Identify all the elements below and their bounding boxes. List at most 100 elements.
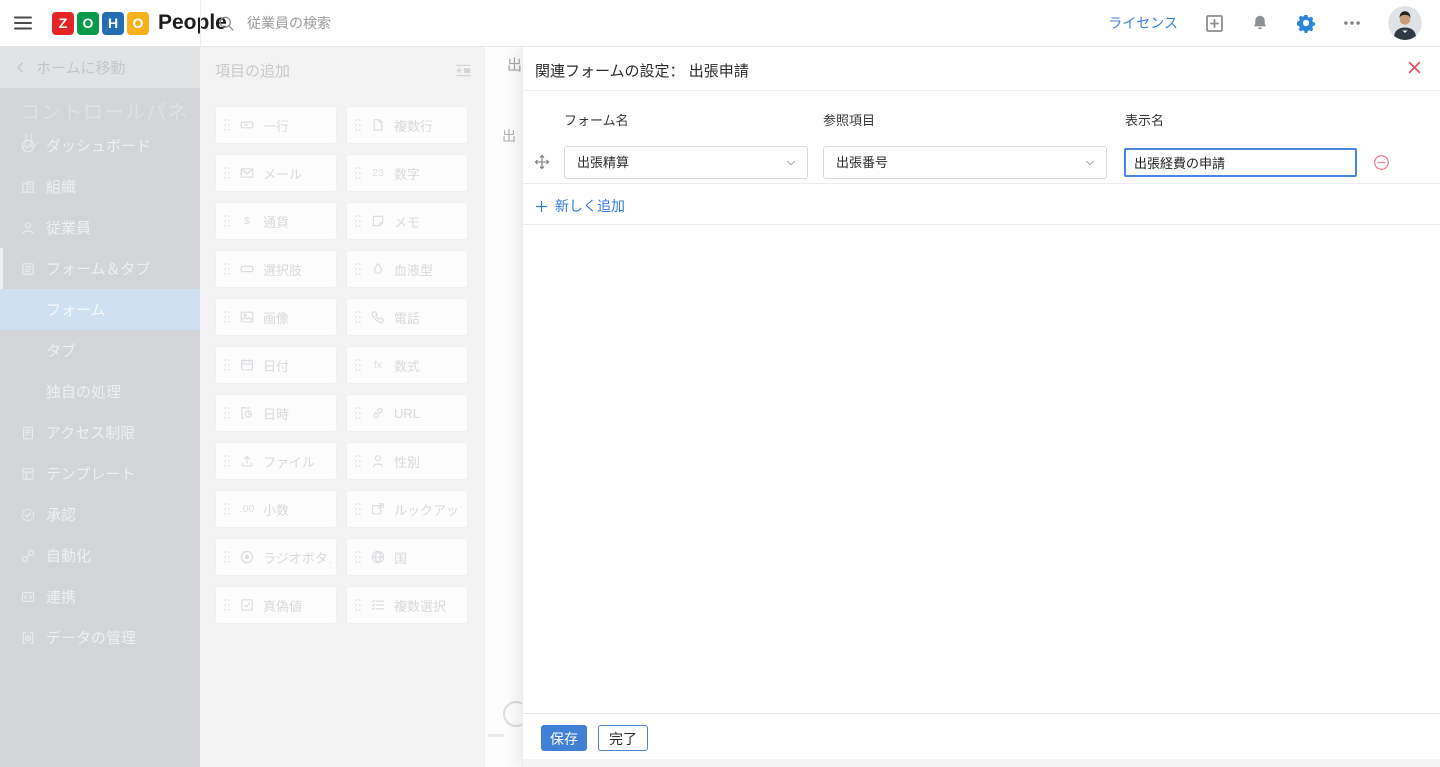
palette-field-datetime[interactable]: 日時 [215,394,337,432]
formula-icon: fx [370,359,386,371]
drag-move-icon[interactable] [534,154,550,170]
blood-type-icon [370,261,386,277]
single-line-icon [239,117,255,133]
palette-field-decimal[interactable]: .00 小数 [215,490,337,528]
palette-field-label: URL [394,406,420,421]
reference-field-select-value: 出張番号 [836,147,888,178]
palette-field-phone[interactable]: 電話 [346,298,468,336]
sidebar-item-tab[interactable]: タブ [0,330,200,371]
palette-field-lookup[interactable]: ルックアップ [346,490,468,528]
decimal-icon: .00 [239,503,255,515]
palette-field-label: 数式 [394,356,420,375]
add-new-icon[interactable] [1205,14,1224,33]
chevron-down-icon [172,591,184,603]
palette-field-mail[interactable]: メール [215,154,337,192]
sidebar-item-integration[interactable]: 連携 [0,576,200,617]
search-input[interactable] [245,14,569,32]
chevron-left-icon [14,60,27,75]
sidebar-item-data-admin[interactable]: データの管理 [0,617,200,658]
palette-field-boolean[interactable]: 真偽値 [215,586,337,624]
palette-field-multi-select[interactable]: 複数選択 [346,586,468,624]
chevron-down-icon [172,468,184,480]
logo-tile: O [77,12,99,35]
background-dash-fragment [488,734,504,737]
display-name-input[interactable] [1124,148,1357,177]
notifications-bell-icon[interactable] [1251,14,1269,32]
sidebar-item-dashboard[interactable]: ダッシュボード [0,125,200,166]
employee-search [218,0,569,46]
drag-dots-icon [223,117,231,133]
palette-field-label: 電話 [394,308,420,327]
dashboard-icon [20,138,36,154]
palette-field-gender[interactable]: 性別 [346,442,468,480]
palette-field-country[interactable]: 国 [346,538,468,576]
palette-field-url[interactable]: URL [346,394,468,432]
active-section-indicator [0,248,3,289]
palette-field-date[interactable]: 日付 [215,346,337,384]
palette-field-label: 小数 [263,500,289,519]
access-icon [20,425,36,441]
sidebar-item-label: タブ [46,340,184,361]
related-form-settings-modal: 関連フォームの設定： 出張申請 フォーム名 参照項目 表示名 出張精算 出張番号 [522,46,1440,767]
plus-icon [535,200,548,213]
country-icon [370,549,386,565]
palette-field-number[interactable]: 23数字 [346,154,468,192]
user-avatar[interactable] [1388,6,1422,40]
palette-field-label: 日付 [263,356,289,375]
back-to-home[interactable]: ホームに移動 [0,46,200,88]
image-icon [239,309,255,325]
palette-field-label: メモ [394,212,420,231]
app-root: ZOHO People ライセンス [0,0,1440,767]
sidebar-item-label: フォーム [46,299,184,320]
sidebar-item-employee[interactable]: 従業員 [0,207,200,248]
settings-gear-icon[interactable] [1296,13,1316,33]
save-button[interactable]: 保存 [541,725,587,751]
palette-field-single-line[interactable]: 一行 [215,106,337,144]
reference-field-select[interactable]: 出張番号 [823,146,1107,179]
sidebar-item-template[interactable]: テンプレート [0,453,200,494]
remove-row-icon[interactable] [1373,154,1390,171]
sidebar-item-label: 自動化 [46,545,172,566]
palette-field-memo[interactable]: メモ [346,202,468,240]
column-label-reference-field: 参照項目 [823,110,875,129]
palette-field-blood-type[interactable]: 血液型 [346,250,468,288]
palette-field-choices[interactable]: 選択肢 [215,250,337,288]
chevron-down-icon [172,427,184,439]
license-link[interactable]: ライセンス [1108,13,1178,33]
sidebar-item-access[interactable]: アクセス制限 [0,412,200,453]
form-name-select[interactable]: 出張精算 [564,146,808,179]
drag-dots-icon [354,165,362,181]
more-options-icon[interactable] [1343,14,1361,32]
drag-dots-icon [354,501,362,517]
sidebar-item-approval[interactable]: 承認 [0,494,200,535]
hamburger-menu-icon[interactable] [14,16,32,30]
collapse-panel-icon[interactable] [455,62,472,79]
drag-dots-icon [223,213,231,229]
close-icon[interactable] [1407,60,1422,75]
background-text-fragment: 出 [502,126,516,146]
palette-field-multi-line[interactable]: 複数行 [346,106,468,144]
add-new-row-link[interactable]: 新しく追加 [535,196,625,216]
sidebar-item-organization[interactable]: 組織 [0,166,200,207]
palette-field-radio[interactable]: ラジオボタン [215,538,337,576]
sidebar-item-automation[interactable]: 自動化 [0,535,200,576]
palette-field-currency[interactable]: $通貨 [215,202,337,240]
palette-field-image[interactable]: 画像 [215,298,337,336]
column-label-form-name: フォーム名 [564,110,629,129]
palette-field-formula[interactable]: fx 数式 [346,346,468,384]
column-label-display-name: 表示名 [1125,110,1164,129]
sidebar-item-forms-tabs[interactable]: フォーム＆タブ [0,248,200,289]
chevron-down-icon [172,222,184,234]
back-to-home-label: ホームに移動 [36,57,126,78]
sidebar-item-custom-actions[interactable]: 独自の処理 [0,371,200,412]
choices-icon [239,261,255,277]
sidebar-item-label: 連携 [46,586,172,607]
sidebar-item-label: 従業員 [46,217,172,238]
zoho-logo-tiles: ZOHO [52,12,152,35]
palette-field-file[interactable]: ファイル [215,442,337,480]
sidebar-item-form[interactable]: フォーム [0,289,200,330]
palette-field-label: ファイル [263,452,315,471]
palette-field-label: 血液型 [394,260,433,279]
drag-dots-icon [354,309,362,325]
done-button[interactable]: 完了 [598,725,648,751]
